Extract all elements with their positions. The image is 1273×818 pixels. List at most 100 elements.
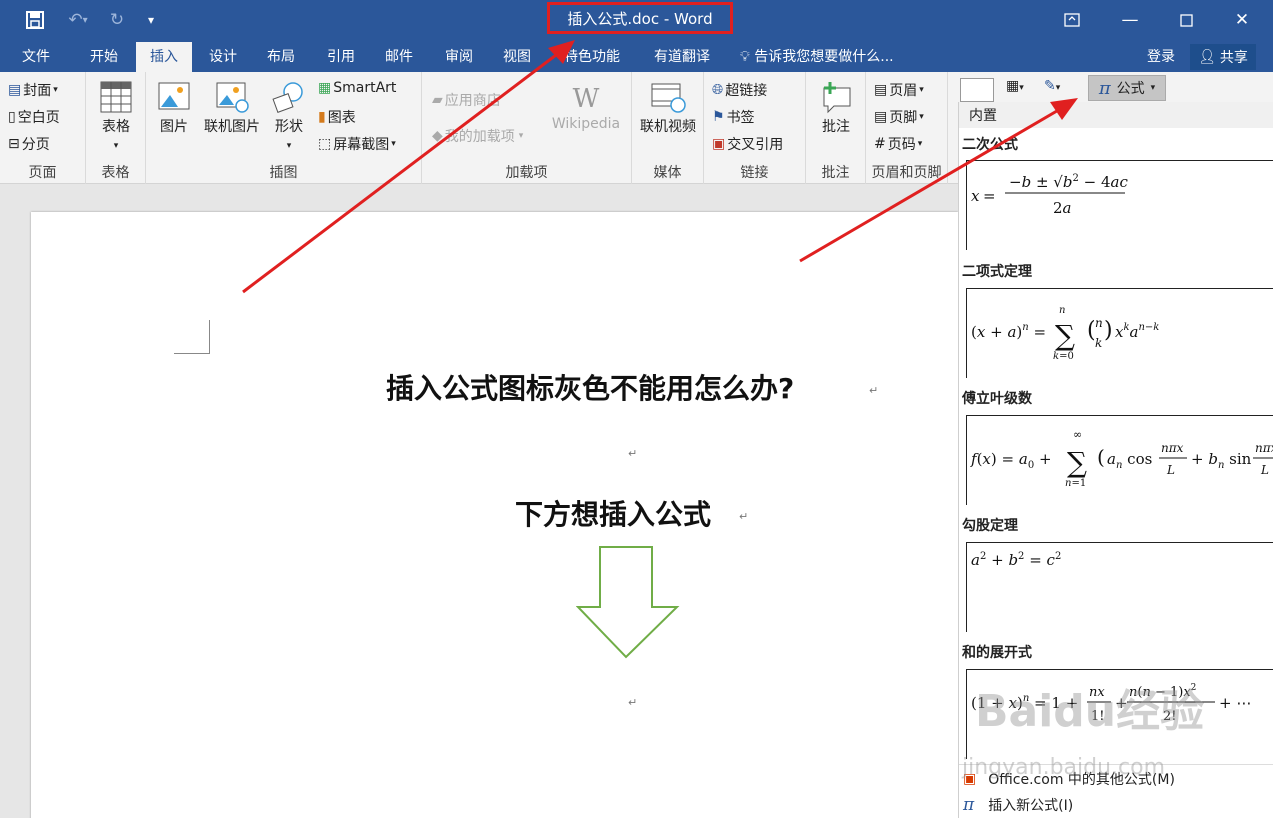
smartart-button[interactable]: ▦ SmartArt <box>318 80 396 96</box>
page-break-label: 分页 <box>21 137 50 153</box>
blank-page-button[interactable]: ▯ 空白页 <box>8 107 60 127</box>
footer-button[interactable]: ▤ 页脚 ▾ <box>874 107 924 127</box>
table-button[interactable]: 表格 ▾ <box>94 80 138 152</box>
svg-text:+ bn sin: + bn sin <box>1191 450 1252 471</box>
tab-references[interactable]: 引用 <box>314 42 368 72</box>
online-picture-button[interactable]: 联机图片 <box>200 80 264 136</box>
save-icon[interactable] <box>22 8 48 32</box>
cross-reference-button[interactable]: ▣ 交叉引用 <box>712 134 783 154</box>
paragraph-mark: ↵ <box>628 696 638 709</box>
undo-icon[interactable]: ↶ ▾ <box>60 8 96 32</box>
shapes-icon <box>272 82 303 113</box>
group-label-media: 媒体 <box>653 165 682 181</box>
group-comments: 批注 批注 <box>806 72 866 184</box>
group-links: 🌐︎ 超链接 ⚑ 书签 ▣ 交叉引用 链接 <box>704 72 806 184</box>
redo-icon[interactable]: ↻ <box>104 8 130 32</box>
group-header-footer: ▤ 页眉 ▾ ▤ 页脚 ▾ # 页码 ▾ 页眉和页脚 <box>866 72 948 184</box>
shapes-label: 形状 <box>275 119 303 135</box>
baidu-watermark-url: jingyan.baidu.com <box>962 755 1166 780</box>
ribbon-tabs: 文件 开始 插入 设计 布局 引用 邮件 审阅 视图 特色功能 有道翻译 💡︎ … <box>0 42 1273 72</box>
wikipedia-button[interactable]: W Wikipedia <box>548 84 624 132</box>
tab-view[interactable]: 视图 <box>490 42 544 72</box>
quick-parts-icon[interactable]: ▦▾ <box>1006 78 1024 94</box>
group-illustrations: 图片 联机图片 形状 ▾ ▦ SmartArt ▮ 图表 ⬚ 屏幕截图 ▾ 插图 <box>146 72 422 184</box>
tab-insert[interactable]: 插入 <box>136 42 192 72</box>
formula-title-binomial: 二项式定理 <box>962 264 1032 280</box>
svg-text:∑: ∑ <box>1055 319 1075 352</box>
cover-page-button[interactable]: ▤ 封面 ▾ <box>8 80 58 100</box>
bookmark-label: 书签 <box>726 110 755 126</box>
formula-pythagorean[interactable]: a2 + b2 = c2 <box>966 542 1273 632</box>
chart-button[interactable]: ▮ 图表 <box>318 107 356 127</box>
cover-page-label: 封面 <box>23 83 52 99</box>
shapes-button[interactable]: 形状 ▾ <box>266 80 312 152</box>
formula-label: 公式 <box>1116 81 1145 97</box>
my-addins-label: 我的加载项 <box>444 129 515 145</box>
group-label-comments: 批注 <box>821 165 850 181</box>
maximize-icon[interactable] <box>1166 6 1206 34</box>
svg-text:L: L <box>1166 463 1175 477</box>
screenshot-button[interactable]: ⬚ 屏幕截图 ▾ <box>318 134 396 154</box>
header-button[interactable]: ▤ 页眉 ▾ <box>874 80 924 100</box>
page-break-button[interactable]: ⊟ 分页 <box>8 134 50 154</box>
tab-youdao-translate[interactable]: 有道翻译 <box>640 42 724 72</box>
binomial-formula-render: (x + a)n = n ∑ k=0 (nk) xkan−k <box>971 305 1159 362</box>
group-label-links: 链接 <box>740 165 769 181</box>
tab-layout[interactable]: 布局 <box>254 42 308 72</box>
tell-me-box[interactable]: 💡︎ 告诉我您想要做什么... <box>740 42 894 72</box>
online-video-button[interactable]: 联机视频 <box>636 80 700 136</box>
my-addins-button[interactable]: ◆ 我的加载项 ▾ <box>432 126 523 146</box>
tab-review[interactable]: 审阅 <box>432 42 486 72</box>
bookmark-button[interactable]: ⚑ 书签 <box>712 107 755 127</box>
picture-icon <box>158 82 190 110</box>
comment-label: 批注 <box>822 119 850 135</box>
svg-text:f(x) = a0 +: f(x) = a0 + <box>970 450 1052 471</box>
chart-icon: ▮ <box>318 109 326 125</box>
insert-new-formula-button[interactable]: π 插入新公式(I) <box>963 795 1073 815</box>
group-pages: ▤ 封面 ▾ ▯ 空白页 ⊟ 分页 页面 <box>0 72 86 184</box>
tab-mailings[interactable]: 邮件 <box>372 42 426 72</box>
pi-icon: π <box>1098 77 1111 99</box>
formula-binomial[interactable]: (x + a)n = n ∑ k=0 (n k) xkan−k <box>966 288 1273 378</box>
word-window: ↶ ▾ ↻ ▾ 插入公式.doc - Word — ✕ 文件 开始 插入 设计 布… <box>0 0 1273 818</box>
tab-design[interactable]: 设计 <box>196 42 250 72</box>
footer-label: 页脚 <box>889 110 918 126</box>
chevron-down-icon: ▾ <box>1150 83 1156 93</box>
formula-title-fourier: 傅立叶级数 <box>962 391 1032 407</box>
svg-text:∞: ∞ <box>1073 428 1082 441</box>
page-break-icon: ⊟ <box>8 136 20 152</box>
tab-home[interactable]: 开始 <box>76 42 132 72</box>
page-number-button[interactable]: # 页码 ▾ <box>874 134 922 154</box>
svg-text:x: x <box>971 187 980 205</box>
group-label-pages: 页面 <box>28 165 57 181</box>
paragraph-mark: ↵ <box>869 384 879 397</box>
formula-button[interactable]: π 公式 ▾ <box>1088 75 1166 101</box>
picture-button[interactable]: 图片 <box>152 80 196 136</box>
signature-line-icon[interactable]: ✎▾ <box>1044 78 1060 94</box>
svg-text:n=1: n=1 <box>1065 478 1086 489</box>
svg-text:+ ⋯: + ⋯ <box>1219 694 1251 712</box>
group-label-tables: 表格 <box>101 165 130 181</box>
down-arrow-shape <box>576 546 680 659</box>
customize-icon[interactable]: ▾ <box>140 8 162 32</box>
comment-button[interactable]: 批注 <box>812 80 860 136</box>
svg-text:n: n <box>1059 305 1065 316</box>
online-video-icon <box>651 83 686 113</box>
formula-fourier[interactable]: f(x) = a0 + ∞ ∑ n=1 ( an cos nπx L + bn s… <box>966 415 1273 505</box>
cover-page-icon: ▤ <box>8 82 22 98</box>
share-button[interactable]: 👤︎ 共享 <box>1190 44 1256 70</box>
formula-quadratic[interactable]: x = −b ± √b2 − 4ac 2a <box>966 160 1273 250</box>
document-page[interactable]: 插入公式图标灰色不能用怎么办? ↵ ↵ 下方想插入公式 ↵ ↵ <box>31 212 958 818</box>
textbox-icon[interactable] <box>960 78 994 102</box>
screenshot-label: 屏幕截图 <box>333 137 390 153</box>
tab-file[interactable]: 文件 <box>8 42 64 72</box>
login-link[interactable]: 登录 <box>1147 42 1175 72</box>
minimize-icon[interactable]: — <box>1110 6 1150 34</box>
ribbon-display-icon[interactable] <box>1052 6 1092 34</box>
hyperlink-button[interactable]: 🌐︎ 超链接 <box>712 80 767 100</box>
store-button[interactable]: ▰ 应用商店 <box>432 90 501 110</box>
svg-text:xkan−k: xkan−k <box>1115 322 1159 341</box>
tab-special-features[interactable]: 特色功能 <box>550 42 634 72</box>
close-icon[interactable]: ✕ <box>1222 6 1262 34</box>
group-media: 联机视频 媒体 <box>632 72 704 184</box>
